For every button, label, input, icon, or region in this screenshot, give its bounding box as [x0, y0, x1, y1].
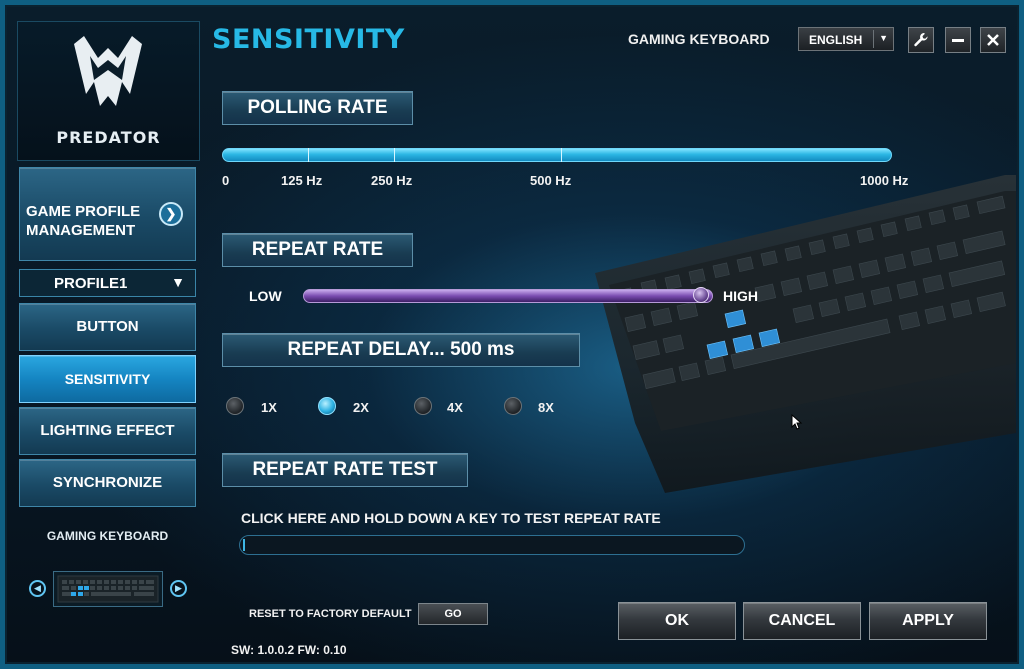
polling-tick-500 — [561, 148, 562, 162]
brand-name: PREDATOR — [56, 128, 161, 147]
close-icon — [987, 34, 999, 46]
language-selected: ENGLISH — [809, 33, 863, 47]
version-info: SW: 1.0.0.2 FW: 0.10 — [231, 643, 347, 657]
app-window: PREDATOR GAME PROFILE MANAGEMENT ❯ PROFI… — [0, 0, 1024, 669]
keyboard-thumbnail-icon — [57, 575, 159, 603]
polling-rate-slider[interactable] — [222, 148, 892, 162]
settings-button[interactable] — [908, 27, 934, 53]
sidebar-item-button[interactable]: BUTTON — [19, 303, 196, 351]
page-title: SENSITIVITY — [212, 24, 405, 55]
keyboard-thumbnail — [53, 571, 163, 607]
repeat-rate-label: REPEAT RATE — [222, 233, 413, 267]
repeat-rate-slider-handle[interactable] — [692, 287, 709, 303]
device-name: GAMING KEYBOARD — [628, 31, 770, 47]
sidebar-item-lighting-effect[interactable]: LIGHTING EFFECT — [19, 407, 196, 455]
game-profile-line1: GAME PROFILE — [26, 203, 141, 220]
mouse-pointer-icon — [791, 414, 803, 430]
keyboard-illustration — [595, 175, 1016, 493]
sidebar-item-sensitivity[interactable]: SENSITIVITY — [19, 355, 196, 403]
repeat-delay-4x-radio[interactable] — [414, 397, 432, 415]
repeat-rate-test-instruction: CLICK HERE AND HOLD DOWN A KEY TO TEST R… — [241, 510, 661, 526]
repeat-rate-low-label: LOW — [249, 288, 282, 304]
close-button[interactable] — [980, 27, 1006, 53]
ok-button[interactable]: OK — [618, 602, 736, 640]
prev-device-button[interactable]: ◀ — [29, 580, 46, 597]
predator-logo-icon — [74, 36, 142, 106]
game-profile-management-label: GAME PROFILE MANAGEMENT — [26, 202, 140, 240]
repeat-rate-high-label: HIGH — [723, 288, 758, 304]
repeat-delay-4x-label: 4X — [447, 400, 463, 415]
polling-label-500: 500 Hz — [530, 173, 572, 188]
minimize-icon — [952, 39, 964, 42]
next-device-button[interactable]: ▶ — [170, 580, 187, 597]
sidebar-item-synchronize[interactable]: SYNCHRONIZE — [19, 459, 196, 507]
predator-logo: PREDATOR — [17, 21, 200, 161]
polling-label-0: 0 — [222, 173, 230, 188]
repeat-rate-test-input[interactable] — [239, 535, 745, 555]
repeat-rate-slider[interactable] — [303, 289, 713, 303]
title-bar: SENSITIVITY GAMING KEYBOARD ENGLISH ▼ — [198, 17, 1016, 59]
device-label: GAMING KEYBOARD — [46, 529, 169, 543]
wrench-icon — [914, 33, 928, 47]
polling-rate-label: POLLING RATE — [222, 91, 413, 125]
language-select-divider — [873, 30, 874, 48]
repeat-delay-1x-radio[interactable] — [226, 397, 244, 415]
cancel-button[interactable]: CANCEL — [743, 602, 861, 640]
caret-down-icon: ▼ — [879, 33, 888, 43]
language-select[interactable]: ENGLISH ▼ — [798, 27, 894, 51]
chevron-right-circle-icon: ❯ — [159, 202, 183, 226]
polling-label-1000: 1000 Hz — [860, 173, 909, 188]
caret-down-icon: ▼ — [171, 274, 185, 290]
polling-label-250: 250 Hz — [371, 173, 413, 188]
repeat-delay-label: REPEAT DELAY... 500 ms — [222, 333, 580, 367]
repeat-delay-2x-label: 2X — [353, 400, 369, 415]
reset-factory-default-label: RESET TO FACTORY DEFAULT — [249, 608, 412, 620]
repeat-delay-1x-label: 1X — [261, 400, 277, 415]
repeat-delay-8x-label: 8X — [538, 400, 554, 415]
polling-label-125: 125 Hz — [281, 173, 323, 188]
polling-tick-250 — [394, 148, 395, 162]
repeat-rate-test-label: REPEAT RATE TEST — [222, 453, 468, 487]
apply-button[interactable]: APPLY — [869, 602, 987, 640]
sidebar: PREDATOR GAME PROFILE MANAGEMENT ❯ PROFI… — [17, 17, 200, 662]
game-profile-line2: MANAGEMENT — [26, 222, 136, 239]
reset-go-button[interactable]: GO — [418, 603, 488, 625]
repeat-delay-8x-radio[interactable] — [504, 397, 522, 415]
profile-dropdown[interactable]: PROFILE1 ▼ — [19, 269, 196, 297]
polling-tick-125 — [308, 148, 309, 162]
minimize-button[interactable] — [945, 27, 971, 53]
repeat-delay-2x-radio[interactable] — [318, 397, 336, 415]
game-profile-management-button[interactable]: GAME PROFILE MANAGEMENT ❯ — [19, 167, 196, 261]
profile-selected: PROFILE1 — [54, 275, 128, 292]
